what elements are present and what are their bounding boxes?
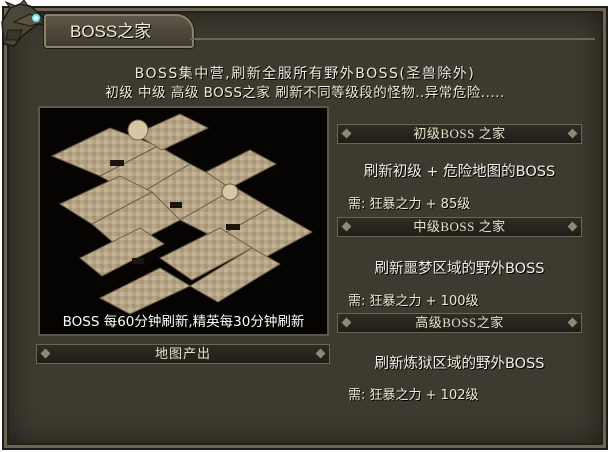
tier-header-advanced: 高级BOSS之家 bbox=[337, 313, 582, 333]
tier-header-label: 中级BOSS 之家 bbox=[413, 219, 506, 234]
diamond-icon bbox=[567, 317, 578, 328]
map-output-label: 地图产出 bbox=[154, 346, 211, 361]
tier-header-intermediate: 中级BOSS 之家 bbox=[337, 217, 582, 237]
map-terrain bbox=[50, 113, 314, 315]
diamond-icon bbox=[567, 221, 578, 232]
diamond-icon bbox=[341, 221, 352, 232]
tier-requirement-beginner: 需: 狂暴之力 + 85级 bbox=[348, 197, 471, 212]
header-divider bbox=[190, 38, 595, 40]
tier-header-beginner: 初级BOSS 之家 bbox=[337, 124, 582, 144]
tier-description-beginner: 刷新初级 + 危险地图的BOSS bbox=[363, 164, 556, 180]
tier-description-intermediate: 刷新噩梦区域的野外BOSS bbox=[374, 261, 545, 277]
panel-title: BOSS之家 bbox=[70, 22, 152, 41]
diamond-icon bbox=[341, 317, 352, 328]
tier-description-advanced: 刷新炼狱区域的野外BOSS bbox=[374, 356, 545, 372]
tier-header-label: 初级BOSS 之家 bbox=[413, 126, 506, 141]
map-output-header: 地图产出 bbox=[36, 344, 330, 364]
diamond-icon bbox=[567, 128, 578, 139]
map-preview[interactable]: BOSS 每60分钟刷新,精英每30分钟刷新 bbox=[38, 106, 329, 336]
tier-requirement-advanced: 需: 狂暴之力 + 102级 bbox=[348, 388, 479, 403]
diamond-icon bbox=[315, 348, 326, 359]
tier-header-label: 高级BOSS之家 bbox=[415, 315, 504, 330]
diamond-icon bbox=[40, 348, 51, 359]
intro-line-1: BOSS集中营,刷新全服所有野外BOSS(圣兽除外) bbox=[134, 66, 476, 82]
tier-requirement-intermediate: 需: 狂暴之力 + 100级 bbox=[348, 294, 479, 309]
map-caption: BOSS 每60分钟刷新,精英每30分钟刷新 bbox=[62, 314, 305, 330]
intro-line-2: 初级 中级 高级 BOSS之家 刷新不同等级段的怪物..异常危险..... bbox=[105, 85, 505, 101]
diamond-icon bbox=[341, 128, 352, 139]
